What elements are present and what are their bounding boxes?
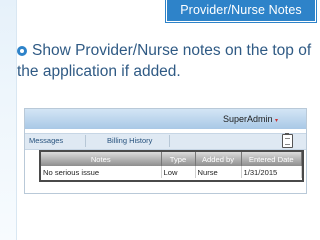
bullet-point: Show Provider/Nurse notes on the top of … [17, 40, 312, 82]
notes-panel: Notes Type Added by Entered Date No seri… [39, 150, 304, 182]
column-header-added-by: Added by [195, 152, 242, 166]
user-name: SuperAdmin [222, 114, 273, 124]
slide-left-bar [0, 0, 16, 240]
cell-added-by: Nurse [195, 166, 242, 178]
clipboard-icon[interactable] [282, 133, 293, 148]
column-header-notes: Notes [41, 152, 162, 166]
notes-table-header: Notes Type Added by Entered Date [41, 152, 302, 166]
cell-notes: No serious issue [41, 166, 162, 178]
app-nav-bar: Messages Billing History [25, 133, 306, 150]
cell-entered-date: 1/31/2015 [241, 166, 302, 178]
app-header-bar: SuperAdmin ▾ [25, 109, 306, 129]
slide-title-tab: Provider/Nurse Notes [166, 0, 316, 22]
column-header-type: Type [161, 152, 196, 166]
chevron-down-icon: ▾ [274, 118, 278, 124]
app-screenshot: SuperAdmin ▾ Messages Billing History No… [24, 108, 307, 194]
nav-billing-history[interactable]: Billing History [107, 136, 152, 145]
table-row[interactable]: No serious issue Low Nurse 1/31/2015 [41, 166, 302, 178]
circle-bullet-icon [17, 45, 29, 56]
nav-divider [169, 135, 170, 147]
user-menu[interactable]: SuperAdmin ▾ [223, 114, 278, 124]
column-header-entered-date: Entered Date [241, 152, 302, 166]
cell-type: Low [161, 166, 196, 178]
notes-table: Notes Type Added by Entered Date No seri… [41, 152, 302, 178]
nav-divider [85, 135, 86, 147]
slide-left-divider [16, 0, 17, 240]
nav-messages[interactable]: Messages [29, 136, 63, 145]
bullet-text: Show Provider/Nurse notes on the top of … [17, 42, 312, 80]
